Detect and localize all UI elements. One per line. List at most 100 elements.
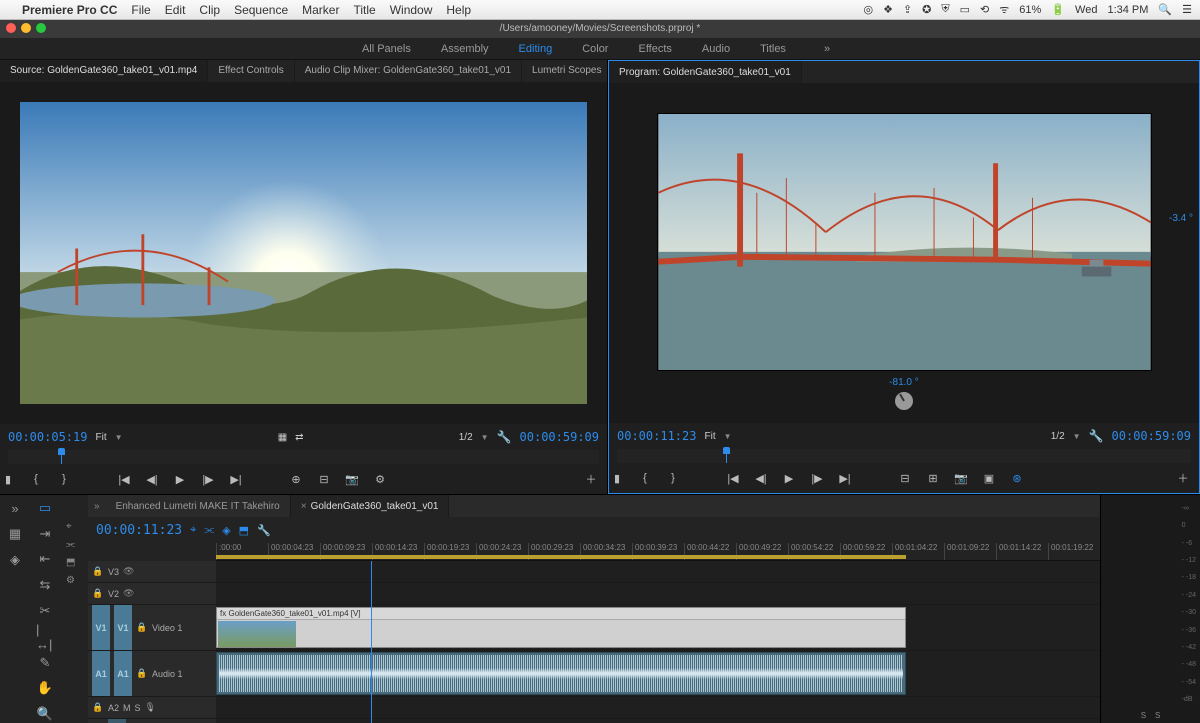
ws-allpanels[interactable]: All Panels [362,43,411,55]
insert-icon[interactable]: ⊕ [288,471,304,487]
tab-program[interactable]: Program: GoldenGate360_take01_v01 [609,61,802,83]
in-point-icon[interactable]: { [28,471,44,487]
traffic-lights[interactable] [6,23,46,33]
status-icon[interactable]: ✪ [922,3,931,16]
goto-out-icon[interactable]: ▶| [837,470,853,486]
menu-marker[interactable]: Marker [302,3,339,17]
status-icon[interactable]: ❖ [883,3,893,16]
ws-audio[interactable]: Audio [702,43,730,55]
play-icon[interactable]: ▶ [172,471,188,487]
program-viewer[interactable]: -3.4 ° -81.0 ° [609,83,1199,423]
track-select-fwd-icon[interactable]: ⇥ [36,525,54,543]
snap-icon[interactable]: ⫘ [204,524,214,537]
safe-margins-icon[interactable]: ⇄ [295,432,303,443]
source-scrubber[interactable] [8,450,599,464]
timeline-tc[interactable]: 00:00:11:23 [96,523,182,538]
tab-lumetri-scopes[interactable]: Lumetri Scopes [522,60,607,82]
export-frame-icon[interactable]: 📷 [953,470,969,486]
settings-icon[interactable]: ⚙ [372,471,388,487]
marker-add-icon[interactable]: ⬒ [239,524,249,537]
settings-icon[interactable]: ⚙ [66,575,82,587]
pen-icon[interactable]: ✎ [36,654,54,672]
lock-icon[interactable]: 🔒 [92,566,104,577]
menu-window[interactable]: Window [390,3,433,17]
target-a1[interactable]: A1 [114,651,132,696]
program-zoom[interactable]: Fit [704,431,715,442]
export-frame-icon[interactable]: 📷 [344,471,360,487]
extract-icon[interactable]: ⊞ [925,470,941,486]
play-icon[interactable]: ▶ [781,470,797,486]
rail-icon[interactable]: ▦ [6,525,24,543]
overwrite-icon[interactable]: ⊟ [316,471,332,487]
chevron-down-icon[interactable]: ▼ [481,433,489,442]
source-patch-v1[interactable]: V1 [92,605,110,650]
in-point-icon[interactable]: { [637,470,653,486]
tl-tab-0[interactable]: Enhanced Lumetri MAKE IT Takehiro [106,495,291,517]
lock-icon[interactable]: 🔒 [136,668,148,679]
status-icon[interactable]: ▭ [960,3,970,16]
program-scrubber[interactable] [617,449,1191,463]
snap-icon[interactable]: ⌖ [66,521,82,533]
program-res[interactable]: 1/2 [1051,431,1065,442]
work-area-bar[interactable] [216,555,906,559]
ws-editing[interactable]: Editing [519,43,553,55]
minimize-icon[interactable] [21,23,31,33]
program-tc-in[interactable]: 00:00:11:23 [617,429,696,443]
link-icon[interactable]: ◈ [222,524,230,537]
step-fwd-icon[interactable]: |▶ [809,470,825,486]
eye-icon[interactable]: 👁 [123,566,135,577]
rail-icon[interactable]: » [6,499,24,517]
wifi-icon[interactable]: ⟲ [980,3,989,16]
status-icon[interactable]: ⛨ [941,3,949,16]
source-viewer[interactable] [0,82,607,424]
ripple-edit-icon[interactable]: ⇆ [36,576,54,594]
track-select-back-icon[interactable]: ⇤ [36,551,54,569]
ws-titles[interactable]: Titles [760,43,786,55]
lock-icon[interactable]: 🔒 [92,702,104,713]
menu-edit[interactable]: Edit [165,3,186,17]
step-back-icon[interactable]: ◀| [753,470,769,486]
wrench-icon[interactable]: 🔧 [257,524,271,537]
goto-in-icon[interactable]: |◀ [725,470,741,486]
step-back-icon[interactable]: ◀| [144,471,160,487]
add-button-icon[interactable]: ＋ [583,471,599,487]
close-icon[interactable] [6,23,16,33]
marker-icon[interactable]: ▮ [0,471,16,487]
out-point-icon[interactable]: } [56,471,72,487]
zoom-icon[interactable] [36,23,46,33]
audio-clip[interactable] [216,652,906,695]
source-res[interactable]: 1/2 [459,432,473,443]
search-icon[interactable]: 🔍 [1158,3,1172,16]
target-v1[interactable]: V1 [114,605,132,650]
app-name[interactable]: Premiere Pro CC [22,3,117,17]
vr-video-icon[interactable]: ⊛ [1009,470,1025,486]
slip-icon[interactable]: |↔| [36,628,54,646]
comparison-icon[interactable]: ▣ [981,470,997,486]
source-patch-a1[interactable]: A1 [92,651,110,696]
status-icon[interactable]: ◎ [863,3,873,16]
ws-assembly[interactable]: Assembly [441,43,489,55]
wrench-icon[interactable]: 🔧 [497,430,512,444]
add-button-icon[interactable]: ＋ [1175,470,1191,486]
ws-overflow-icon[interactable]: » [816,43,838,55]
ws-color[interactable]: Color [582,43,608,55]
chevron-down-icon[interactable]: ▼ [115,433,123,442]
tab-audio-clip-mixer[interactable]: Audio Clip Mixer: GoldenGate360_take01_v… [295,60,522,82]
ws-effects[interactable]: Effects [638,43,671,55]
zoom-tool-icon[interactable]: 🔍 [36,705,54,723]
vr-toggle-icon[interactable]: ▦ [278,432,287,443]
lock-icon[interactable]: 🔒 [92,588,104,599]
menu-sequence[interactable]: Sequence [234,3,288,17]
video-clip[interactable]: fx GoldenGate360_take01_v01.mp4 [V] [216,607,906,648]
step-fwd-icon[interactable]: |▶ [200,471,216,487]
goto-out-icon[interactable]: ▶| [228,471,244,487]
link-icon[interactable]: ⫘ [66,539,82,551]
out-point-icon[interactable]: } [665,470,681,486]
eye-icon[interactable]: 👁 [123,588,135,599]
nest-icon[interactable]: ⌖ [190,524,196,537]
hand-icon[interactable]: ✋ [36,680,54,698]
selection-tool-icon[interactable]: ▭ [36,499,54,517]
chevron-down-icon[interactable]: ▼ [1073,432,1081,441]
vr-dial[interactable] [895,392,913,410]
timeline-ruler[interactable]: :00:0000:00:04:2300:00:09:2300:00:14:230… [216,543,1100,561]
